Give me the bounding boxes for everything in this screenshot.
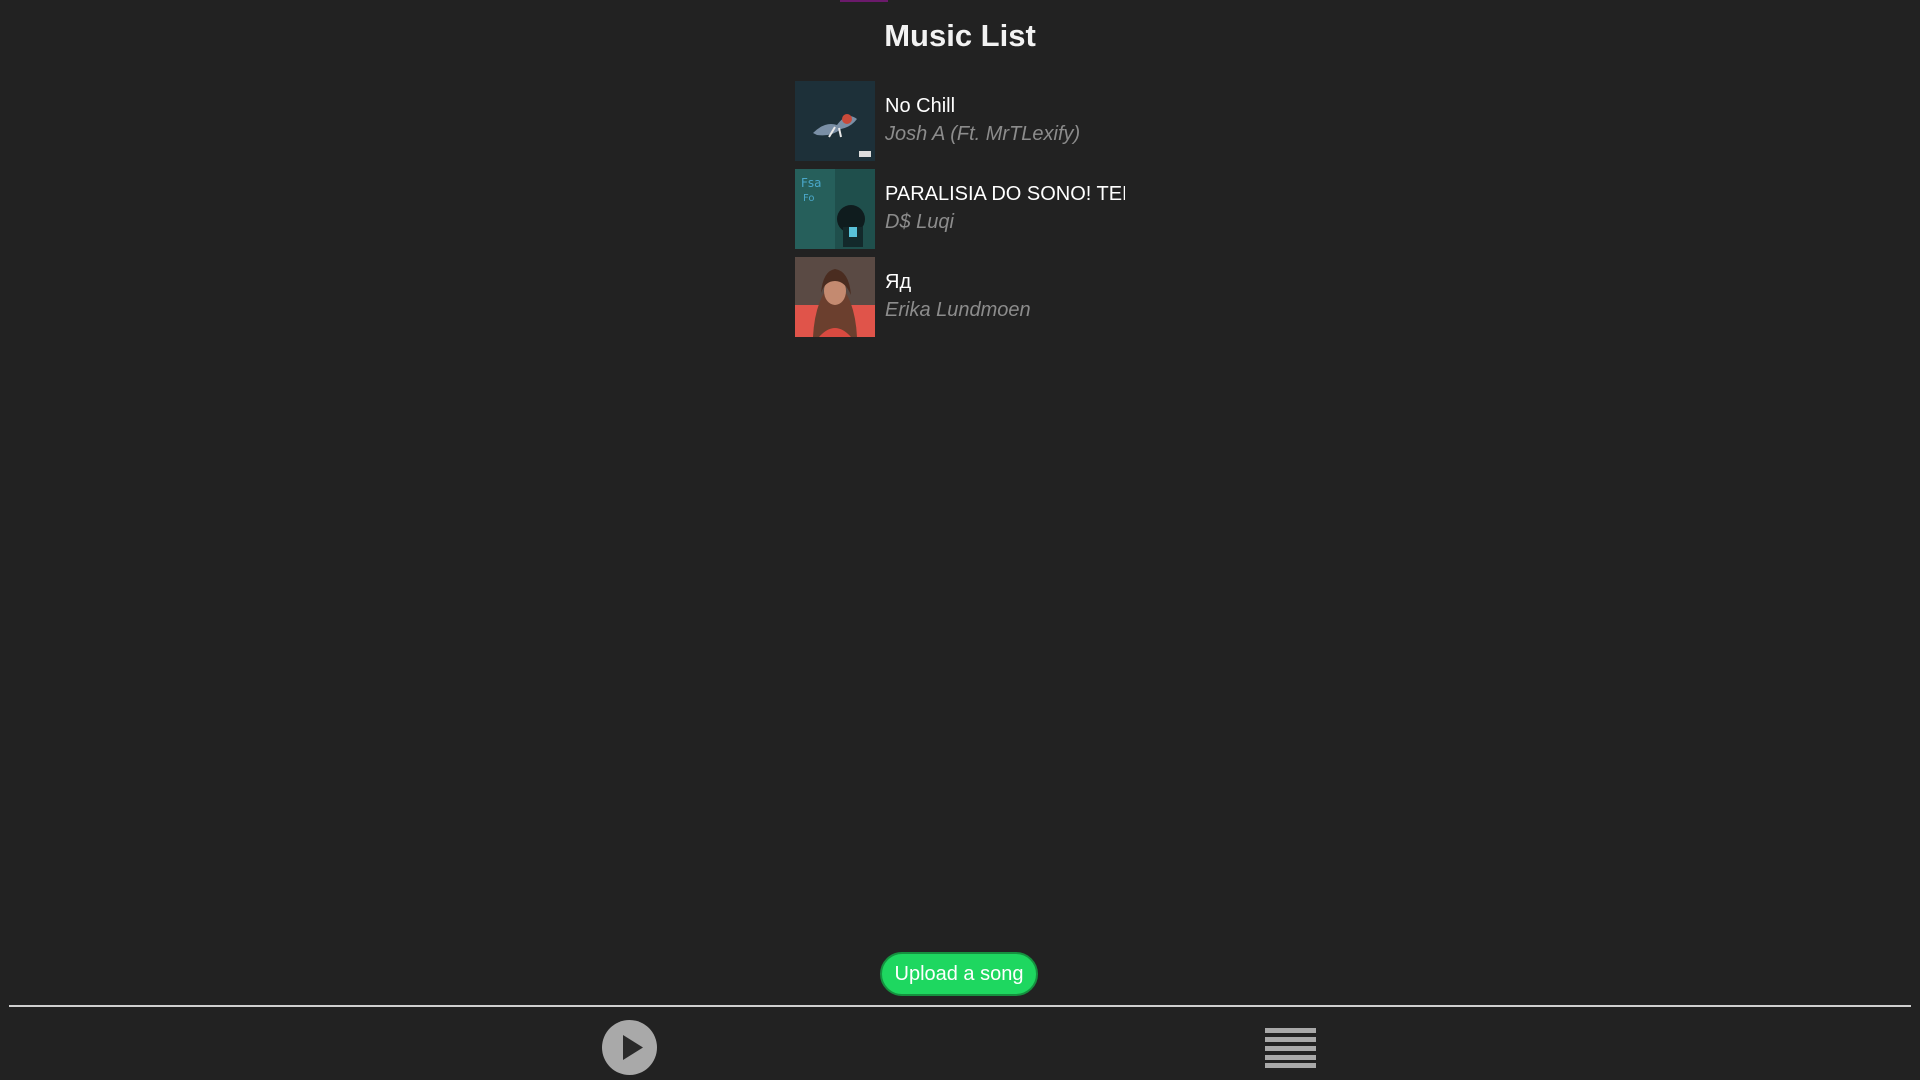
song-list: No Chill Josh A (Ft. MrTLexify) Fsa Fo P…: [795, 81, 1125, 345]
album-cover: [795, 257, 875, 337]
song-item-yad[interactable]: Яд Erika Lundmoen: [795, 257, 1125, 337]
play-button[interactable]: [602, 1020, 657, 1075]
album-cover: [795, 81, 875, 161]
song-info: Яд Erika Lundmoen: [885, 269, 1125, 325]
song-artist: D$ Luqi: [885, 211, 954, 233]
song-item-paralisia[interactable]: Fsa Fo PARALISIA DO SONO! TEM D$ Luqi: [795, 169, 1125, 249]
svg-text:Fo: Fo: [803, 193, 815, 204]
song-title: PARALISIA DO SONO! TEM: [885, 183, 1125, 205]
song-item-no-chill[interactable]: No Chill Josh A (Ft. MrTLexify): [795, 81, 1125, 161]
svg-text:Fsa: Fsa: [801, 176, 822, 190]
upload-song-button[interactable]: Upload a song: [880, 952, 1038, 996]
song-title: Яд: [885, 271, 912, 293]
top-accent-bar: [840, 0, 888, 2]
song-info: PARALISIA DO SONO! TEM D$ Luqi: [885, 181, 1125, 237]
song-artist: Josh A (Ft. MrTLexify): [885, 123, 1081, 145]
album-cover: Fsa Fo: [795, 169, 875, 249]
player-divider: [9, 1005, 1911, 1007]
song-title: No Chill: [885, 95, 956, 117]
play-icon: [602, 1020, 657, 1075]
menu-button[interactable]: [1265, 1026, 1316, 1068]
music-app: Music List No Chill Josh A (Ft. MrTLexif…: [0, 0, 1920, 1080]
song-artist: Erika Lundmoen: [885, 299, 1031, 321]
page-title: Music List: [884, 18, 1036, 53]
song-info: No Chill Josh A (Ft. MrTLexify): [885, 93, 1125, 149]
menu-icon: [1265, 1026, 1316, 1068]
